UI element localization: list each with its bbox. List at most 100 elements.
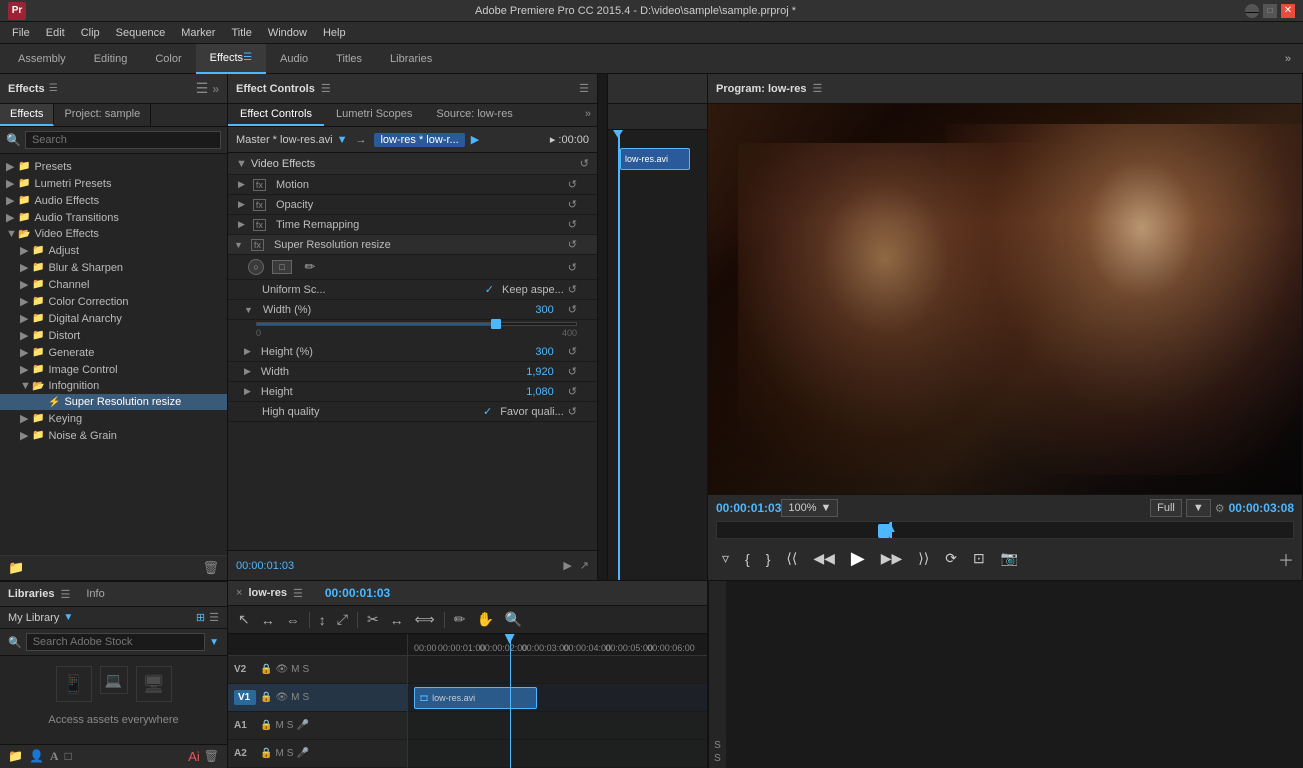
menu-file[interactable]: File	[4, 27, 38, 39]
effects-search-input[interactable]	[25, 131, 221, 149]
tree-item-distort[interactable]: ▶ 📁 Distort	[0, 327, 227, 344]
program-menu[interactable]: ☰	[812, 82, 822, 95]
height-px-reset[interactable]: ↺	[568, 385, 577, 398]
track-row-v2[interactable]	[408, 656, 707, 684]
tab-effects[interactable]: Effects	[0, 104, 54, 126]
pm-quality-label[interactable]: Full	[1150, 499, 1182, 517]
tree-item-blur-sharpen[interactable]: ▶ 📁 Blur & Sharpen	[0, 259, 227, 276]
grid-view-icon[interactable]: ⊞	[196, 611, 205, 624]
a1-mute-icon[interactable]: M	[275, 720, 283, 731]
play-icon[interactable]: ▶	[563, 559, 571, 572]
panel-expand[interactable]: »	[579, 104, 597, 126]
a1-solo-icon[interactable]: S	[287, 720, 294, 731]
super-res-expand[interactable]: ▼	[234, 240, 243, 250]
tab-source[interactable]: Source: low-res	[424, 104, 524, 126]
height-px-value[interactable]: 1,080	[526, 386, 554, 398]
width-slider-track[interactable]	[256, 322, 577, 326]
time-remap-expand[interactable]: ▶	[238, 219, 245, 230]
sequence-close[interactable]: ×	[236, 587, 242, 599]
opacity-expand[interactable]: ▶	[238, 199, 245, 210]
source-clip-dropdown[interactable]: ▶	[471, 133, 479, 146]
person-icon[interactable]: 👤	[29, 749, 44, 764]
pm-mark-in[interactable]: ▿	[716, 547, 735, 570]
v2-mute-icon[interactable]: S	[303, 664, 310, 675]
tool-razor[interactable]: ✂	[363, 609, 383, 630]
width-slider-thumb[interactable]	[491, 319, 501, 329]
height-pct-value[interactable]: 300	[535, 346, 553, 358]
workspace-tab-audio[interactable]: Audio	[266, 44, 322, 74]
workspace-tab-titles[interactable]: Titles	[322, 44, 376, 74]
v2-eye-icon[interactable]: 👁	[275, 664, 288, 675]
workspace-tab-assembly[interactable]: Assembly	[4, 44, 80, 74]
source-clip-label[interactable]: low-res * low-r...	[374, 133, 464, 147]
hq-reset[interactable]: ↺	[568, 405, 577, 418]
track-row-a2[interactable]	[408, 740, 707, 768]
scroll-expand-icon[interactable]: S	[714, 740, 721, 751]
workspace-tab-editing[interactable]: Editing	[80, 44, 142, 74]
add-folder-icon[interactable]: 📁	[8, 749, 23, 764]
menu-marker[interactable]: Marker	[173, 27, 223, 39]
library-dropdown[interactable]: ▼	[63, 612, 73, 623]
section-reset[interactable]: ↺	[580, 157, 589, 170]
track-row-v1[interactable]: 🎞 low-res.avi	[408, 684, 707, 712]
tree-item-generate[interactable]: ▶ 📁 Generate	[0, 344, 227, 361]
tab-lumetri-scopes[interactable]: Lumetri Scopes	[324, 104, 424, 126]
tool-rolling[interactable]: ↕	[315, 610, 330, 630]
stock-search-input[interactable]	[26, 633, 205, 651]
a2-mic-icon[interactable]: 🎤	[296, 748, 308, 759]
menu-edit[interactable]: Edit	[38, 27, 73, 39]
tree-item-super-resolution[interactable]: ⚡ Super Resolution resize	[0, 394, 227, 410]
tool-rate-stretch[interactable]: ⤢	[333, 609, 352, 630]
tool-ripple[interactable]: ⇔	[282, 610, 304, 630]
v1-eye-icon[interactable]: 👁	[275, 692, 288, 703]
tool-pen[interactable]: ✏	[450, 609, 470, 630]
a2-mute-icon[interactable]: M	[275, 748, 283, 759]
new-folder-icon[interactable]: 📁	[8, 560, 24, 576]
stock-dropdown[interactable]: ▼	[209, 637, 219, 648]
timeline-clip-v1[interactable]: 🎞 low-res.avi	[414, 687, 537, 709]
pm-camera[interactable]: 📷	[995, 547, 1024, 570]
rectangle-tool[interactable]: □	[272, 260, 292, 274]
v2-sync-icon[interactable]: M	[291, 664, 299, 675]
color-swatch-icon[interactable]: □	[65, 749, 72, 764]
v2-lock-icon[interactable]: 🔒	[260, 664, 272, 675]
minimize-button[interactable]: —	[1245, 4, 1259, 18]
pm-step-fwd[interactable]: ▶▶	[875, 547, 909, 570]
heightpx-expand[interactable]: ▶	[244, 386, 251, 397]
effect-controls-settings[interactable]: ☰	[321, 82, 331, 95]
tool-select[interactable]: ↖	[234, 609, 254, 630]
time-remap-reset[interactable]: ↺	[568, 218, 577, 231]
pm-settings-icon[interactable]: ⚙	[1215, 502, 1225, 515]
workspace-tab-effects[interactable]: Effects ☰	[196, 44, 266, 74]
tool-track-select[interactable]: ↔	[257, 610, 279, 630]
width-pct-reset[interactable]: ↺	[568, 303, 577, 316]
menu-window[interactable]: Window	[260, 27, 315, 39]
tool-zoom[interactable]: 🔍	[501, 609, 526, 630]
workspace-tab-libraries[interactable]: Libraries	[376, 44, 446, 74]
menu-clip[interactable]: Clip	[73, 27, 108, 39]
export-icon[interactable]: ↗	[580, 559, 589, 572]
tool-hand[interactable]: ✋	[472, 609, 497, 630]
pm-timeline-strip[interactable]	[716, 521, 1294, 539]
ellipse-tool[interactable]: ○	[248, 259, 264, 275]
pm-go-next[interactable]: ⟩⟩	[912, 547, 935, 570]
tree-item-audio-transitions[interactable]: ▶ 📁 Audio Transitions	[0, 209, 227, 226]
a1-mic-icon[interactable]: 🎤	[296, 720, 308, 731]
pm-loop[interactable]: ⟳	[939, 547, 963, 570]
effects-panel-menu[interactable]: ☰	[196, 80, 209, 97]
width-expand[interactable]: ▼	[244, 305, 253, 315]
track-row-a1[interactable]	[408, 712, 707, 740]
effects-panel-collapse[interactable]: »	[212, 82, 219, 96]
timeline-ruler[interactable]: 00:00 00:00:01:00 00:00:02:00 00:00:03:0…	[408, 634, 707, 656]
close-button[interactable]: ✕	[1281, 4, 1295, 18]
tree-item-lumetri[interactable]: ▶ 📁 Lumetri Presets	[0, 175, 227, 192]
list-view-icon[interactable]: ☰	[209, 611, 219, 624]
pm-mark-out[interactable]: {	[739, 548, 756, 570]
tree-item-image-control[interactable]: ▶ 📁 Image Control	[0, 361, 227, 378]
height-expand[interactable]: ▶	[244, 346, 251, 357]
tree-item-video-effects[interactable]: ▼ 📂 Video Effects	[0, 226, 227, 242]
tool-slide[interactable]: ⟺	[411, 609, 439, 630]
tree-item-adjust[interactable]: ▶ 📁 Adjust	[0, 242, 227, 259]
maximize-button[interactable]: □	[1263, 4, 1277, 18]
sequence-menu[interactable]: ☰	[293, 587, 303, 600]
